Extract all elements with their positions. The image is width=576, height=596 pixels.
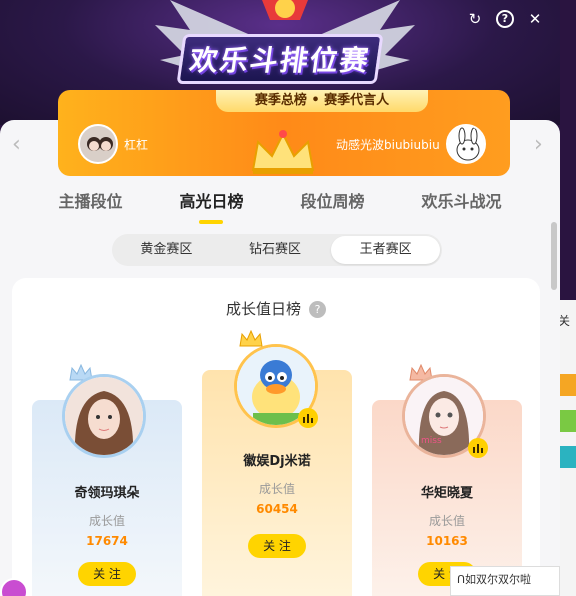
tab-battle-status[interactable]: 欢乐斗战况 [421, 188, 501, 212]
side-tile [558, 374, 576, 396]
main-tabs: 主播段位 高光日榜 段位周榜 欢乐斗战况 [0, 188, 560, 224]
help-icon[interactable]: ? [496, 10, 514, 28]
prev-arrow-icon[interactable]: ‹ [12, 132, 21, 157]
zone-gold[interactable]: 黄金赛区 [112, 234, 221, 266]
ranker-value: 60454 [256, 502, 298, 516]
scrollbar[interactable] [551, 222, 557, 290]
live-icon [468, 438, 488, 458]
avatar [445, 124, 486, 164]
ranking-card: 成长值日榜? 奇领玛琪朵 成长值 17674 关 注 徽娱Dj米诺 成长值 60… [12, 278, 540, 596]
season-right-user[interactable]: 动感光波biubiubiu [336, 124, 486, 164]
avatar [78, 124, 118, 164]
season-pill: 赛季总榜 • 赛季代言人 [216, 90, 428, 112]
gold-crown-icon [239, 330, 263, 347]
follow-button[interactable]: 关 注 [248, 534, 306, 558]
help-icon[interactable]: ? [309, 301, 326, 318]
window-controls: ↻ ? ✕ [466, 10, 544, 28]
avatar[interactable] [62, 374, 146, 458]
ranker-name: 奇领玛琪朵 [74, 486, 140, 501]
tab-highlight-daily[interactable]: 高光日榜 [179, 188, 244, 224]
ranker-value: 10163 [426, 534, 468, 548]
ranking-title-text: 成长值日榜 [225, 300, 301, 318]
live-icon [298, 408, 318, 428]
season-left-user[interactable]: 杠杠 [78, 124, 148, 164]
next-arrow-icon[interactable]: › [534, 132, 543, 157]
background-text: ᑎ如双尔双尔啦 [457, 573, 532, 586]
ranking-title: 成长值日榜? [12, 298, 540, 319]
svg-text:miss: miss [421, 436, 442, 446]
season-card[interactable]: 赛季总榜 • 赛季代言人 杠杠 动感光波biubiubiu [58, 90, 510, 176]
tab-rank-weekly[interactable]: 段位周榜 [300, 188, 364, 212]
close-icon[interactable]: ✕ [526, 10, 544, 28]
background-window: ᑎ如双尔双尔啦 [450, 566, 560, 596]
value-label: 成长值 [428, 514, 465, 528]
refresh-icon[interactable]: ↻ [466, 10, 484, 28]
value-label: 成长值 [258, 482, 295, 496]
event-title-logo: 欢乐斗排位赛 [176, 34, 384, 84]
follow-button[interactable]: 关 注 [78, 562, 136, 586]
zone-selector: 黄金赛区 钻石赛区 王者赛区 [112, 234, 442, 266]
season-user-name: 动感光波biubiubiu [336, 137, 440, 152]
zone-king[interactable]: 王者赛区 [331, 236, 441, 264]
tab-anchor-rank[interactable]: 主播段位 [58, 188, 122, 212]
side-tile [558, 410, 576, 432]
ranker-name: 徽娱Dj米诺 [243, 454, 311, 469]
value-label: 成长值 [88, 514, 125, 528]
side-tile [558, 446, 576, 468]
season-user-name: 杠杠 [124, 137, 149, 152]
crown-icon [251, 130, 315, 174]
ranker-value: 17674 [86, 534, 128, 548]
zone-diamond[interactable]: 钻石赛区 [221, 234, 330, 266]
ranker-name: 华矩晓夏 [420, 486, 473, 501]
